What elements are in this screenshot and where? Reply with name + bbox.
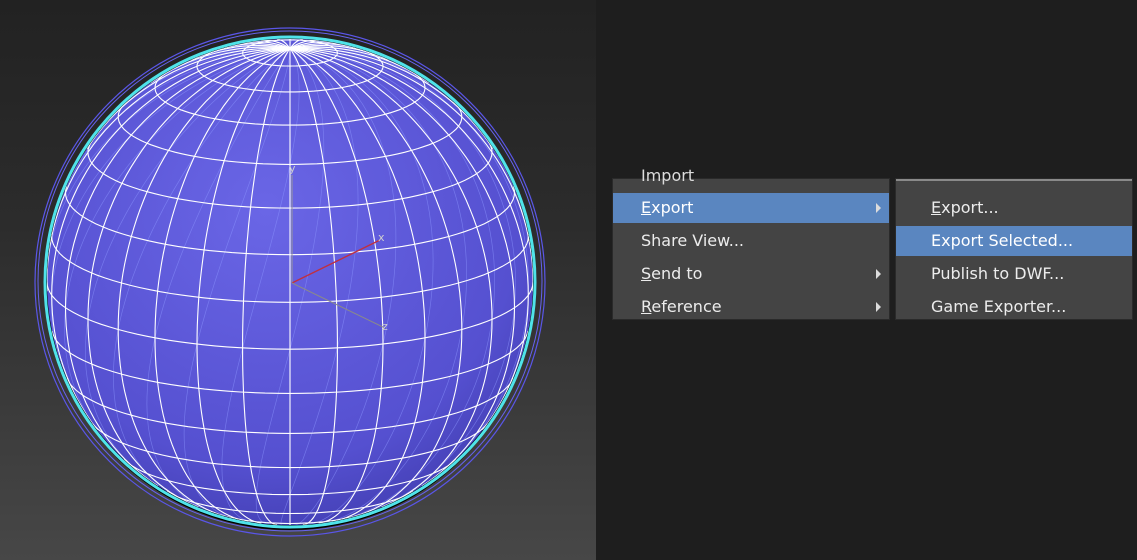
menu-item-label: Game Exporter... [931, 297, 1067, 316]
submenu-top-border [896, 179, 1132, 181]
menu-item-label: Share View... [641, 231, 745, 250]
submenu-arrow-icon [876, 203, 881, 213]
axis-y-label: y [289, 162, 296, 175]
menu-item-reference[interactable]: Reference [613, 292, 889, 322]
mnemonic: S [641, 264, 652, 283]
menu-item-label: Export Selected... [931, 231, 1074, 250]
submenu-item-game-exporter[interactable]: Game Exporter... [896, 292, 1132, 322]
mnemonic: E [931, 198, 942, 217]
axis-z-label: z [382, 320, 388, 333]
submenu-item-export-selected[interactable]: Export Selected... [896, 226, 1132, 256]
sphere-object[interactable]: y x z [0, 0, 596, 560]
menu-item-label: xport... [941, 198, 999, 217]
submenu-arrow-icon [876, 269, 881, 279]
menu-item-export[interactable]: Export [613, 193, 889, 223]
submenu-item-export[interactable]: Export... [896, 193, 1132, 223]
file-menu: Import Export Share View... Send to Refe… [612, 167, 890, 322]
submenu-item-publish-dwf[interactable]: Publish to DWF... [896, 259, 1132, 289]
menu-item-label: xport [651, 198, 694, 217]
menu-item-send-to[interactable]: Send to [613, 259, 889, 289]
menu-item-share-view[interactable]: Share View... [613, 226, 889, 256]
menu-item-label: end to [651, 264, 703, 283]
export-submenu: Export... Export Selected... Publish to … [895, 178, 1133, 320]
menu-item-label: Publish to DWF... [931, 264, 1065, 283]
viewport-perspective[interactable]: y x z [0, 0, 596, 560]
axis-x-label: x [378, 231, 385, 244]
mnemonic: E [641, 198, 652, 217]
submenu-arrow-icon [876, 302, 881, 312]
menu-item-label: eference [651, 297, 722, 316]
mnemonic: R [641, 297, 652, 316]
menu-item-import-cut[interactable]: Import [641, 167, 694, 185]
